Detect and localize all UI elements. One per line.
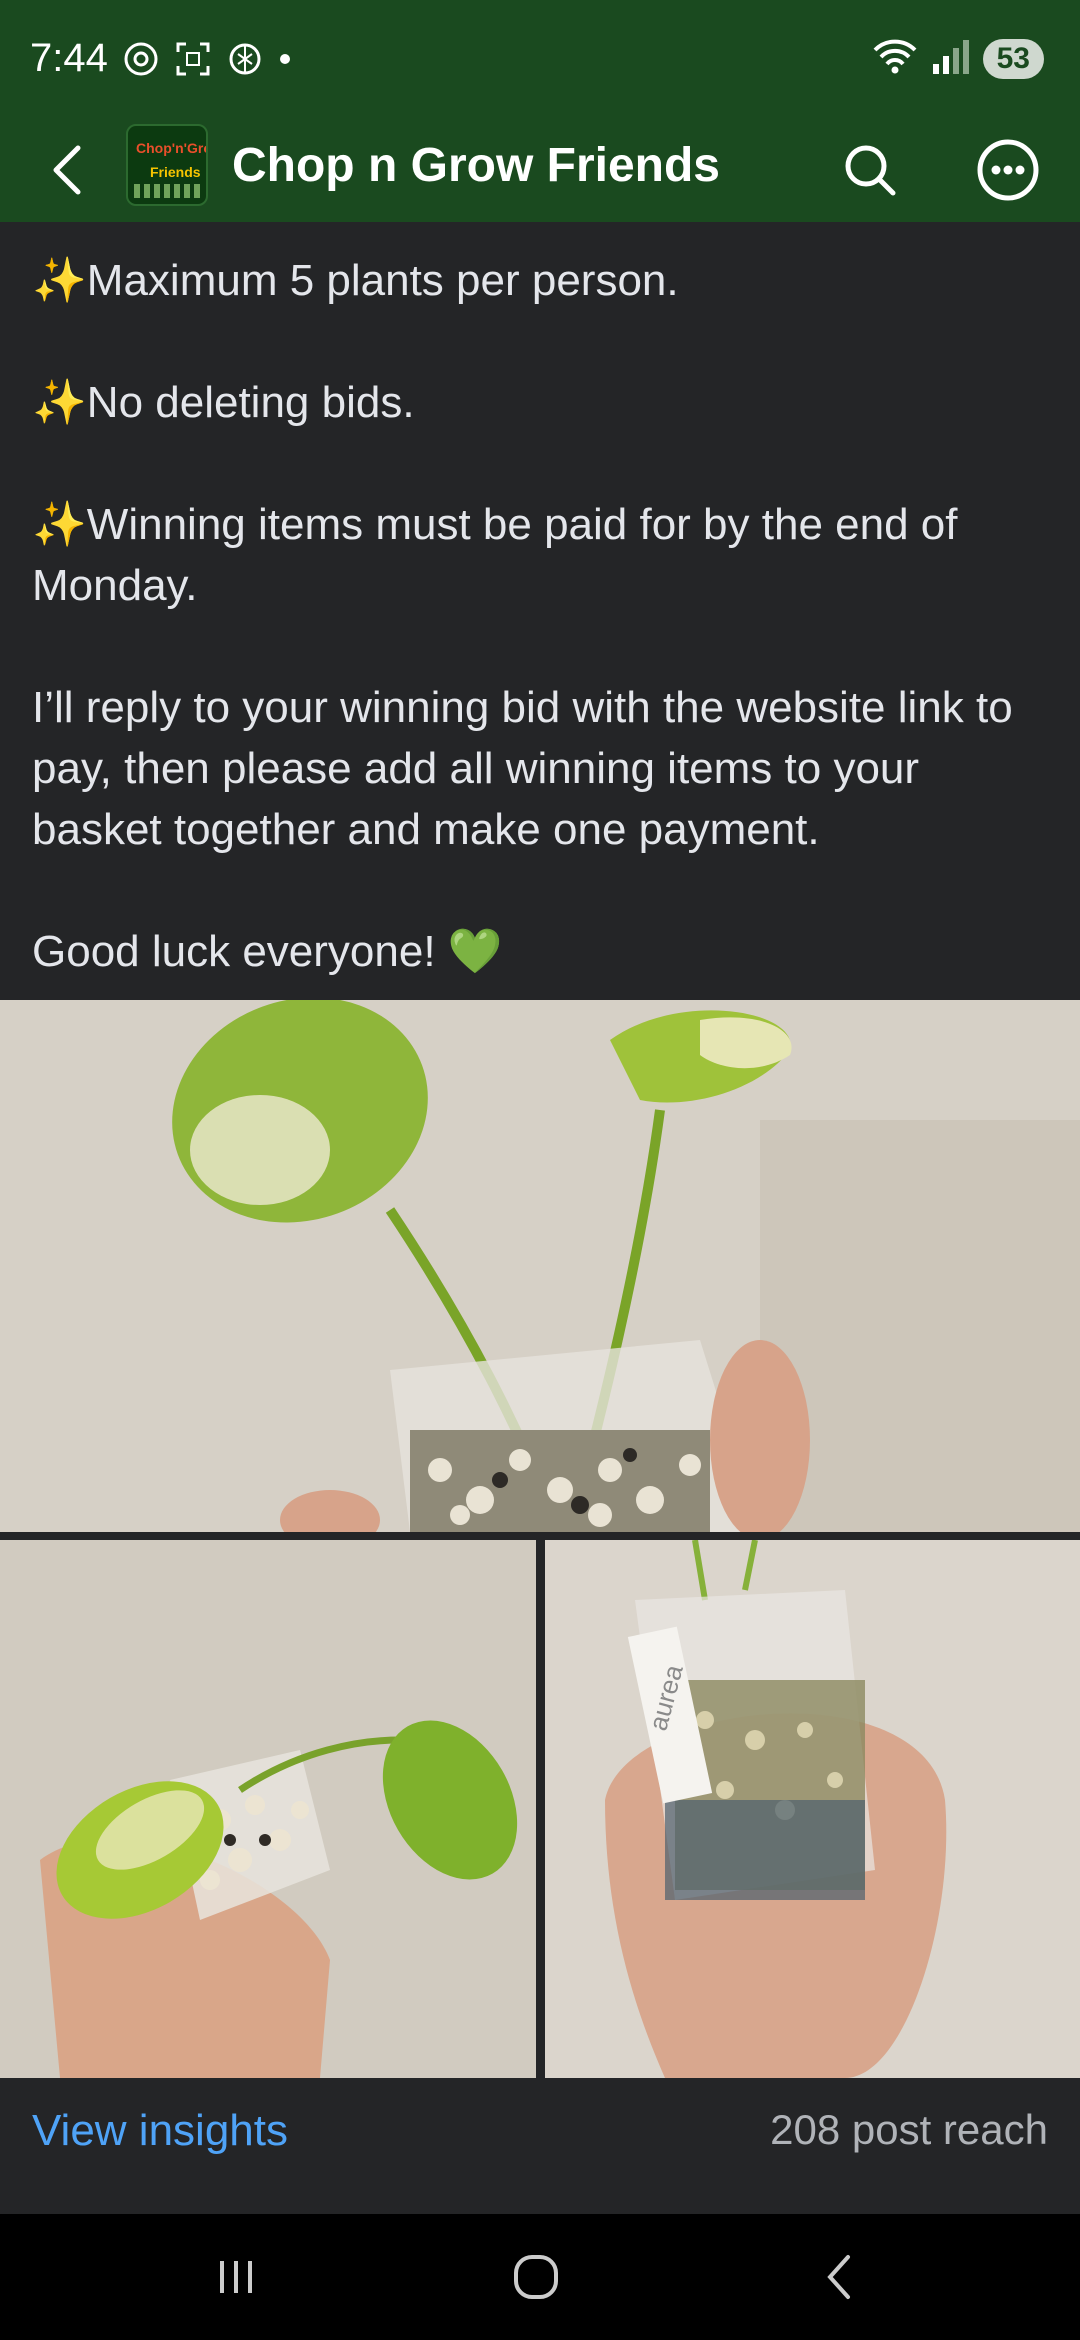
post-footer: View insights 208 post reach xyxy=(0,2078,1080,2214)
rule-text: No deleting bids. xyxy=(86,378,415,427)
rule-text: Winning items must be paid for by the en… xyxy=(32,500,958,610)
signal-icon xyxy=(931,36,971,81)
status-bar: 7:44 53 xyxy=(0,0,1080,118)
dot-icon xyxy=(278,52,292,71)
payment-instructions: I’ll reply to your winning bid with the … xyxy=(32,677,1048,860)
back-button[interactable] xyxy=(38,140,98,200)
view-insights-link[interactable]: View insights xyxy=(32,2106,288,2156)
post-photo-main[interactable] xyxy=(0,1000,1080,1532)
status-time: 7:44 xyxy=(30,36,108,80)
home-icon xyxy=(514,2255,558,2299)
recents-icon xyxy=(220,2261,252,2293)
avatar-decoration xyxy=(134,184,204,198)
search-icon xyxy=(845,145,896,196)
more-icon xyxy=(977,139,1039,201)
rule-text: Maximum 5 plants per person. xyxy=(86,256,679,305)
plant-photo-illustration: aurea xyxy=(545,1540,1080,2078)
back-nav-icon xyxy=(827,2255,850,2299)
battery-indicator: 53 xyxy=(982,38,1044,79)
recents-button[interactable] xyxy=(196,2244,276,2310)
home-button[interactable] xyxy=(496,2244,576,2310)
status-icons-right: 53 xyxy=(871,36,1044,81)
closing-line: Good luck everyone! 💚 xyxy=(32,921,1048,982)
plant-photo-illustration xyxy=(0,1000,1080,1532)
status-icons-left xyxy=(122,40,292,83)
closing-text: Good luck everyone! xyxy=(32,927,436,976)
sparkle-icon: ✨ xyxy=(32,378,87,427)
green-heart-icon: 💚 xyxy=(447,927,503,976)
back-arrow-icon xyxy=(53,145,81,195)
post-body: ✨Maximum 5 plants per person. ✨No deleti… xyxy=(0,222,1080,1000)
more-options-button[interactable] xyxy=(974,136,1042,204)
post-photo-left[interactable] xyxy=(0,1540,536,2078)
instructions-text: I’ll reply to your winning bid with the … xyxy=(32,683,1013,854)
back-nav-button[interactable] xyxy=(800,2244,880,2310)
avatar-text-line1: Chop'n'Grow xyxy=(136,140,206,156)
chatgpt-icon xyxy=(226,40,264,83)
sparkle-icon: ✨ xyxy=(32,256,87,305)
app-header: Chop'n'Grow Friends Chop n Grow Friends xyxy=(0,118,1080,222)
rule-payment-deadline: ✨Winning items must be paid for by the e… xyxy=(32,494,1048,616)
sparkle-icon: ✨ xyxy=(32,500,87,549)
threads-icon xyxy=(122,40,160,83)
wifi-icon xyxy=(871,36,919,81)
rule-max-plants: ✨Maximum 5 plants per person. xyxy=(32,250,1048,311)
screenshot-icon xyxy=(174,40,212,83)
plant-photo-illustration xyxy=(0,1540,536,2078)
rule-no-deleting: ✨No deleting bids. xyxy=(32,372,1048,433)
search-button[interactable] xyxy=(838,138,902,202)
group-title[interactable]: Chop n Grow Friends xyxy=(232,138,720,193)
system-navigation-bar xyxy=(0,2214,1080,2340)
group-avatar[interactable]: Chop'n'Grow Friends xyxy=(126,124,208,206)
avatar-text-line2: Friends xyxy=(150,164,201,180)
post-photo-right[interactable]: aurea xyxy=(545,1540,1080,2078)
post-reach-count: 208 post reach xyxy=(770,2106,1048,2153)
